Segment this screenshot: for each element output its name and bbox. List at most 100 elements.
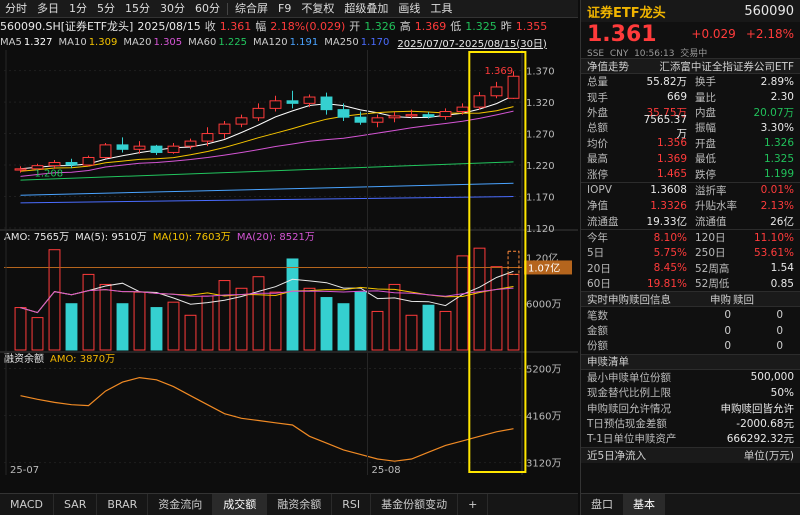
toolbar-menu-0[interactable]: 综合屏 [230, 0, 273, 18]
side-tab-1[interactable]: 基本 [623, 494, 665, 515]
ma-label-2: MA20 [123, 36, 152, 48]
period-tab-1[interactable]: 多日 [32, 0, 64, 18]
creation-key: 最小申赎单位份额 [587, 371, 671, 384]
quote-row: 流通盘 19.33亿 流通值 26亿 [581, 214, 800, 229]
volume-bar[interactable] [116, 303, 129, 351]
volume-bar[interactable] [320, 297, 333, 351]
quote-value: 1.3608 [650, 184, 687, 197]
quote-info-bar: 560090.SH[证券ETF龙头] 2025/08/15 收 1.361 幅 2.… [0, 18, 578, 34]
indicator-tab-1[interactable]: SAR [54, 493, 98, 515]
x-tick-label: 25-07 [10, 465, 39, 475]
last-price: 1.361 [587, 21, 657, 47]
volume-bar[interactable] [439, 310, 452, 351]
quote-value: 1.465 [656, 168, 687, 181]
quote-value: 19.81% [646, 277, 687, 290]
indicator-tab-8[interactable]: + [458, 493, 489, 515]
quote-value: 1.356 [656, 137, 687, 150]
kline-chart[interactable]: 1.370 1.320 1.270 1.220 1.170 1.120 1.369 1.208… [0, 50, 578, 475]
indicator-tab-2[interactable]: BRAR [97, 493, 149, 515]
quote-value: 0.85 [770, 277, 794, 290]
creation-key: T-1日单位申赎资产 [587, 433, 677, 446]
volume-bar[interactable] [167, 301, 180, 351]
toolbar-menu-4[interactable]: 画线 [393, 0, 425, 18]
creation-key: T日预估现金差额 [587, 418, 667, 430]
margin-header: 融资余额 AMO: 3870万 [4, 352, 115, 365]
indicator-tab-0[interactable]: MACD [0, 493, 54, 515]
quote-value: 2.89% [760, 75, 794, 88]
creation-row: 最小申赎单位份额 500,000 [581, 370, 800, 385]
volume-bar[interactable] [456, 255, 469, 351]
period-tab-0[interactable]: 分时 [0, 0, 32, 18]
volume-bar[interactable] [150, 307, 163, 351]
volume-bar[interactable] [269, 291, 282, 351]
period-tab-4[interactable]: 15分 [120, 0, 155, 18]
volume-bar[interactable] [286, 258, 299, 351]
volume-bar[interactable] [201, 295, 214, 351]
volume-legend-item: AMO: 7565万 [4, 232, 69, 243]
period-tab-6[interactable]: 60分 [190, 0, 225, 18]
volume-bar[interactable] [133, 291, 146, 351]
volume-bar[interactable] [405, 314, 418, 351]
price-tick-label: 1.170 [526, 193, 555, 204]
date-range[interactable]: 2025/07/07-2025/08/15(30日) [397, 35, 546, 50]
quote-value: 55.82万 [646, 76, 687, 89]
indicator-tab-4[interactable]: 成交额 [213, 493, 268, 515]
period-tab-2[interactable]: 1分 [64, 0, 92, 18]
volume-bar[interactable] [252, 276, 265, 351]
quote-row: 涨停 1.465 跌停 1.199 [581, 166, 800, 181]
toolbar-menu-5[interactable]: 工具 [425, 0, 457, 18]
quote-value: 8.10% [653, 231, 687, 244]
quote-row: 最高 1.369 最低 1.325 [581, 151, 800, 166]
volume-bar[interactable] [388, 283, 401, 351]
volume-bar[interactable] [303, 287, 316, 351]
candle[interactable] [82, 155, 95, 167]
quote-key: 今年 [587, 232, 608, 245]
volume-bar[interactable] [82, 273, 95, 351]
fund-title: 证券ETF龙头 [587, 5, 666, 21]
quote-key: 净值 [587, 200, 608, 213]
volume-bar[interactable] [354, 291, 367, 351]
side-tab-0[interactable]: 盘口 [581, 494, 623, 515]
ma-label-5: MA250 [324, 36, 359, 48]
quote-row: 外盘 35.75万 内盘 20.07万 [581, 105, 800, 120]
sub-value: 0 [776, 339, 783, 352]
toolbar-menu-1[interactable]: F9 [273, 0, 296, 18]
volume-bar[interactable] [14, 307, 27, 351]
ma-value-0: 1.327 [23, 36, 53, 48]
volume-bar[interactable] [218, 280, 231, 351]
creation-list: 最小申赎单位份额 500,000 现金替代比例上限 50% 申购赎回允许情况 申购赎回皆允… [581, 370, 800, 447]
indicator-tab-7[interactable]: 基金份额变动 [371, 493, 459, 515]
volume-bar[interactable] [473, 247, 486, 351]
volume-bar[interactable] [422, 304, 435, 351]
subscription-header: 实时申购赎回信息 申购 赎回 [581, 291, 800, 308]
volume-bar[interactable] [337, 303, 350, 351]
quote-row: 均价 1.356 开盘 1.326 [581, 136, 800, 151]
candle[interactable] [99, 143, 112, 159]
indicator-tab-5[interactable]: 融资余额 [267, 493, 333, 515]
period-tab-3[interactable]: 5分 [92, 0, 120, 18]
volume-bar[interactable] [31, 317, 44, 351]
quote-value: 0.01% [760, 184, 794, 197]
list-header: 申赎清单 [581, 353, 800, 370]
volume-bar[interactable] [184, 314, 197, 351]
toolbar-menu-3[interactable]: 超级叠加 [339, 0, 393, 18]
open-value: 1.326 [364, 19, 396, 33]
indicator-tab-6[interactable]: RSI [332, 493, 372, 515]
toolbar-menu-2[interactable]: 不复权 [296, 0, 339, 18]
indicator-tab-3[interactable]: 资金流向 [148, 493, 214, 515]
volume-bar[interactable] [48, 249, 61, 351]
quote-value: 1.54 [770, 262, 794, 275]
volume-bar[interactable] [65, 303, 78, 351]
quote-row: 今年 8.10% 120日 11.10% [581, 230, 800, 245]
quote-key: 开盘 [695, 137, 716, 150]
creation-row: T-1日单位申赎资产 666292.32元 [581, 431, 800, 446]
volume-bar[interactable] [99, 283, 112, 351]
volume-bar[interactable] [507, 273, 520, 351]
period-tab-5[interactable]: 30分 [155, 0, 190, 18]
volume-bar[interactable] [371, 310, 384, 351]
quote-key: 现手 [587, 91, 608, 104]
net-value-label[interactable]: 净值走势 [587, 59, 629, 74]
creation-value: 666292.32元 [726, 433, 794, 446]
quote-key: 52周低 [695, 278, 730, 291]
x-tick-label: 25-08 [372, 465, 401, 475]
